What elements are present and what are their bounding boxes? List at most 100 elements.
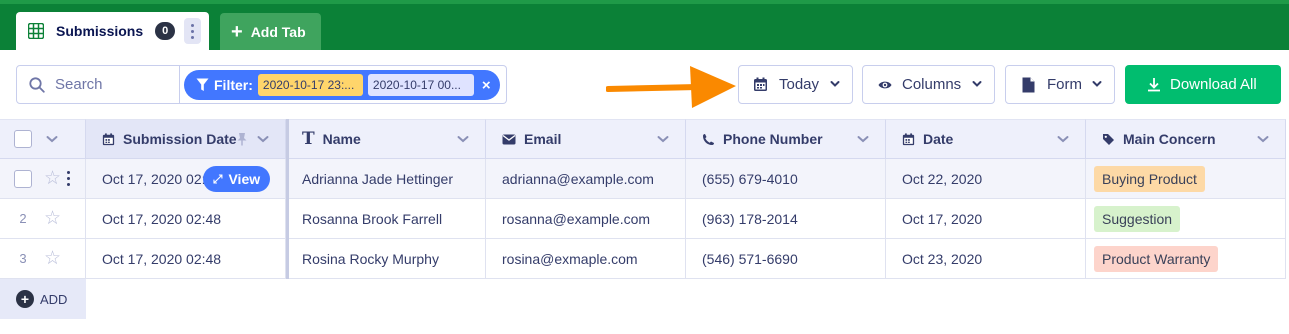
column-header-label: Submission Date [123, 131, 237, 147]
columns-dropdown-button[interactable]: Columns [862, 65, 995, 104]
row-controls: ☆ [0, 159, 86, 199]
tab-submissions[interactable]: Submissions 0 [16, 12, 209, 50]
date-value: Oct 23, 2020 [902, 250, 983, 267]
date-value: Oct 17, 2020 [902, 210, 983, 227]
today-dropdown-button[interactable]: Today [738, 65, 853, 104]
column-header-submission-date[interactable]: Submission Date [86, 119, 286, 159]
cell-main-concern[interactable]: Buying Product [1086, 159, 1286, 199]
chevron-down-icon [972, 81, 982, 87]
date-value: Oct 22, 2020 [902, 170, 983, 187]
filter-chip-end[interactable]: 2020-10-17 00... [367, 74, 474, 96]
calendar-icon [902, 132, 915, 146]
filter-chip-start[interactable]: 2020-10-17 23:... [257, 74, 363, 96]
concern-badge: Suggestion [1094, 205, 1181, 232]
close-icon[interactable]: × [482, 77, 491, 94]
chevron-down-icon[interactable] [257, 134, 269, 144]
cell-phone[interactable]: (655) 679-4010 [686, 159, 886, 199]
funnel-icon [196, 78, 209, 91]
cell-submission-date[interactable]: Oct 17, 2020 02:48 [86, 239, 286, 279]
cell-name[interactable]: Rosanna Brook Farrell [286, 199, 486, 239]
name-value: Rosanna Brook Farrell [302, 210, 443, 227]
cell-submission-date[interactable]: Oct 17, 2020 02: ⤢ View [86, 159, 286, 199]
filter-container: Filter: 2020-10-17 23:... 2020-10-17 00.… [180, 65, 507, 104]
view-label: View [228, 171, 261, 187]
cell-name[interactable]: Rosina Rocky Murphy [286, 239, 486, 279]
cell-date[interactable]: Oct 17, 2020 [886, 199, 1086, 239]
filter-pill[interactable]: Filter: 2020-10-17 23:... 2020-10-17 00.… [184, 70, 500, 100]
column-header-date[interactable]: Date [886, 119, 1086, 159]
cell-date[interactable]: Oct 23, 2020 [886, 239, 1086, 279]
text-icon: T [302, 129, 315, 149]
column-header-email[interactable]: Email [486, 119, 686, 159]
star-icon[interactable]: ☆ [44, 167, 61, 190]
tab-count-badge: 0 [155, 22, 176, 40]
column-header-main-concern[interactable]: Main Concern [1086, 119, 1286, 159]
phone-value: (963) 178-2014 [702, 210, 798, 227]
cell-email[interactable]: adrianna@example.com [486, 159, 686, 199]
email-value: rosanna@example.com [502, 210, 651, 227]
column-header-label: Phone Number [723, 131, 823, 147]
concern-badge: Buying Product [1094, 165, 1205, 192]
add-row-label: ADD [40, 291, 68, 307]
row-checkbox[interactable] [14, 169, 32, 188]
eye-icon [878, 81, 892, 88]
view-button[interactable]: ⤢ View [203, 166, 270, 192]
tab-label: Submissions [56, 23, 144, 39]
cell-email[interactable]: rosina@exmaple.com [486, 239, 686, 279]
row-controls: 2 ☆ [0, 199, 86, 239]
submission-date-value: Oct 17, 2020 02:48 [102, 250, 222, 267]
cell-main-concern[interactable]: Suggestion [1086, 199, 1286, 239]
column-header-label: Main Concern [1123, 131, 1216, 147]
chevron-down-icon [830, 81, 840, 87]
cell-date[interactable]: Oct 22, 2020 [886, 159, 1086, 199]
cell-phone[interactable]: (963) 178-2014 [686, 199, 886, 239]
chevron-down-icon[interactable] [457, 134, 469, 144]
calendar-icon [102, 132, 115, 146]
cell-email[interactable]: rosanna@example.com [486, 199, 686, 239]
column-header-phone-number[interactable]: Phone Number [686, 119, 886, 159]
form-dropdown-button[interactable]: Form [1005, 65, 1115, 104]
star-icon[interactable]: ☆ [44, 207, 61, 230]
table-grid-icon [28, 23, 44, 39]
row-number: 3 [19, 251, 27, 266]
plus-icon: + [231, 20, 243, 43]
add-row-button[interactable]: + ADD [0, 279, 86, 319]
download-all-button[interactable]: Download All [1125, 65, 1281, 104]
cell-name[interactable]: Adrianna Jade Hettinger [286, 159, 486, 199]
columns-label: Columns [902, 76, 962, 93]
phone-value: (655) 679-4010 [702, 170, 798, 187]
chevron-down-icon[interactable] [657, 134, 669, 144]
row-number: 2 [19, 211, 27, 226]
name-value: Adrianna Jade Hettinger [302, 170, 453, 187]
add-tab-button[interactable]: + Add Tab [220, 13, 321, 50]
email-value: rosina@exmaple.com [502, 250, 638, 267]
search-box [16, 65, 180, 104]
cell-phone[interactable]: (546) 571-6690 [686, 239, 886, 279]
search-icon [29, 76, 45, 93]
download-icon [1148, 78, 1160, 92]
form-label: Form [1047, 76, 1082, 93]
chevron-down-icon[interactable] [46, 134, 58, 144]
column-header-name[interactable]: T Name [286, 119, 486, 159]
search-input[interactable] [55, 76, 165, 93]
frozen-column-divider[interactable] [286, 119, 289, 279]
document-icon [1022, 77, 1035, 92]
chevron-down-icon [1092, 81, 1102, 87]
select-all-checkbox[interactable] [14, 130, 32, 148]
add-tab-label: Add Tab [250, 23, 306, 40]
chevron-down-icon[interactable] [1057, 134, 1069, 144]
tab-more-icon[interactable] [184, 18, 202, 44]
header-select-all [0, 119, 86, 159]
top-bar: Submissions 0 + Add Tab [0, 0, 1289, 50]
more-vertical-icon[interactable] [67, 171, 71, 186]
concern-badge: Product Warranty [1094, 245, 1219, 272]
chevron-down-icon[interactable] [1257, 134, 1269, 144]
pin-icon[interactable] [237, 132, 247, 146]
cell-main-concern[interactable]: Product Warranty [1086, 239, 1286, 279]
email-value: adrianna@example.com [502, 170, 654, 187]
star-icon[interactable]: ☆ [44, 247, 61, 270]
cell-submission-date[interactable]: Oct 17, 2020 02:48 [86, 199, 286, 239]
chevron-down-icon[interactable] [857, 134, 869, 144]
calendar-icon [754, 77, 767, 91]
column-header-label: Name [322, 131, 361, 147]
